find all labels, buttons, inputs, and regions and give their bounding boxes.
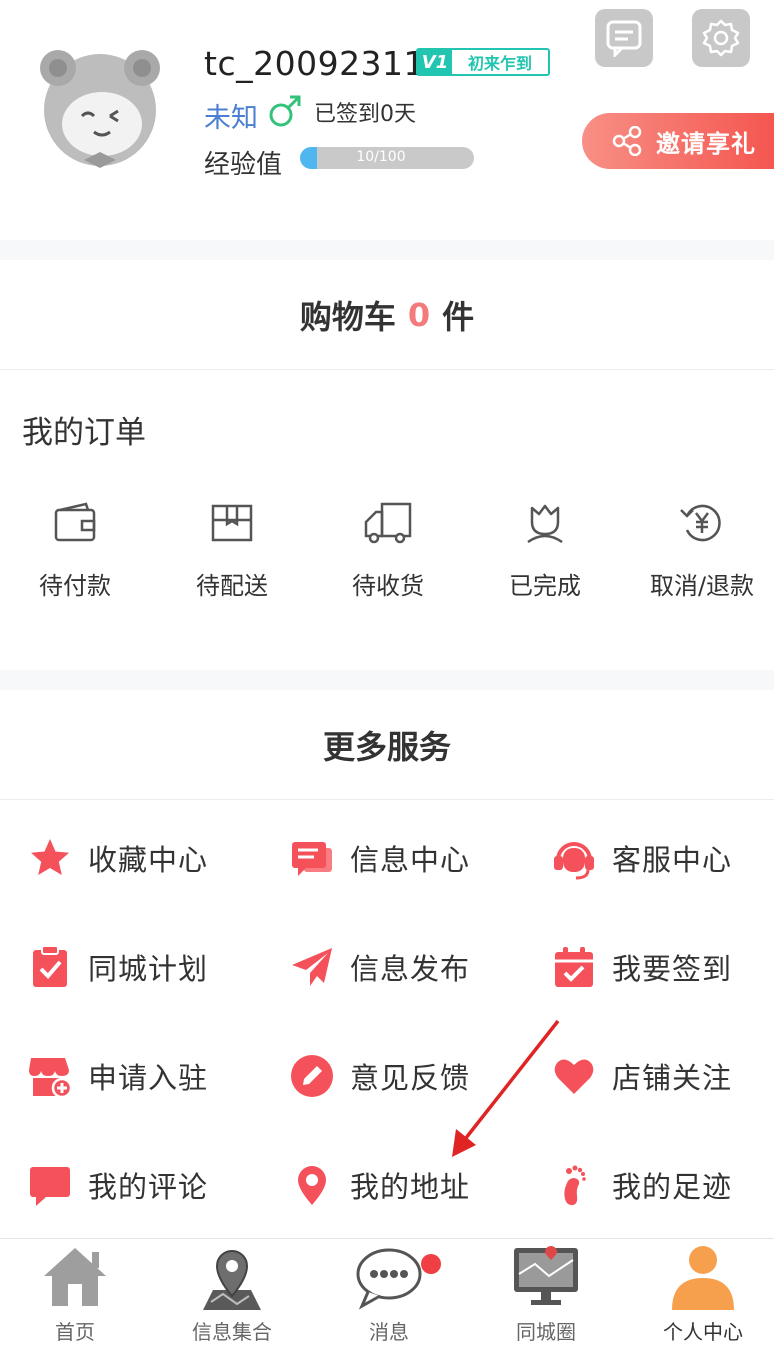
invite-label: 邀请享礼 (656, 129, 756, 158)
order-pending-delivery[interactable]: 待配送 (157, 500, 307, 601)
orders-title: 我的订单 (22, 415, 146, 451)
settings-button[interactable] (692, 9, 750, 67)
person-icon (672, 1246, 734, 1310)
service-label: 我的地址 (350, 1170, 471, 1204)
service-label: 我要签到 (612, 952, 733, 986)
order-label: 待配送 (196, 572, 268, 600)
comment-icon (28, 1163, 72, 1207)
cart-count: 0 (407, 295, 431, 334)
order-label: 取消/退款 (649, 572, 755, 600)
order-pending-receipt[interactable]: 待收货 (313, 500, 463, 601)
annotation-arrow (452, 1019, 560, 1157)
tab-label: 首页 (55, 1320, 95, 1344)
exp-text: 10/100 (356, 149, 406, 165)
package-icon (211, 504, 253, 542)
tab-home[interactable]: 首页 (10, 1244, 140, 1344)
truck-icon (364, 502, 412, 544)
services-title-text: 更多服务 (322, 727, 451, 766)
cart-unit: 件 (442, 297, 475, 336)
service-store-follow[interactable]: 店铺关注 (552, 1046, 774, 1106)
service-label: 店铺关注 (612, 1061, 733, 1095)
vip-title: 初来乍到 (467, 54, 532, 73)
home-icon (44, 1248, 106, 1306)
paper-plane-icon (290, 945, 334, 989)
service-info-center[interactable]: 信息中心 (290, 828, 540, 888)
wallet-icon (54, 502, 96, 542)
unread-badge (421, 1254, 441, 1274)
star-icon (28, 836, 72, 880)
service-city-plan[interactable]: 同城计划 (28, 937, 278, 997)
service-post-info[interactable]: 信息发布 (290, 937, 540, 997)
message-bubble-icon (356, 1248, 422, 1310)
tab-label: 同城圈 (516, 1320, 576, 1344)
service-label: 同城计划 (88, 952, 209, 986)
service-customer-service[interactable]: 客服中心 (552, 828, 774, 888)
pencil-icon (290, 1054, 334, 1098)
services-title: 更多服务 (0, 690, 774, 800)
service-label: 收藏中心 (88, 843, 209, 877)
service-footprint[interactable]: 我的足迹 (552, 1155, 774, 1215)
tab-personal-center[interactable]: 个人中心 (638, 1244, 768, 1344)
refund-icon (680, 504, 721, 542)
signin-days: 已签到0天 (314, 102, 416, 127)
order-refund[interactable]: 取消/退款 (627, 500, 774, 601)
tab-label: 个人中心 (663, 1320, 743, 1344)
share-icon (612, 126, 642, 156)
service-label: 客服中心 (612, 843, 733, 877)
order-completed[interactable]: 已完成 (470, 500, 620, 601)
section-divider (0, 240, 774, 260)
service-label: 信息发布 (350, 952, 471, 986)
username: tc_20092311 (204, 44, 426, 83)
order-label: 已完成 (509, 572, 581, 600)
tab-label: 信息集合 (192, 1320, 272, 1344)
tab-city-circle[interactable]: 同城圈 (481, 1244, 611, 1344)
invite-button[interactable]: 邀请享礼 (582, 113, 774, 169)
service-favorites[interactable]: 收藏中心 (28, 828, 278, 888)
section-divider (0, 670, 774, 690)
male-symbol-icon (268, 94, 302, 128)
message-icon (606, 20, 642, 57)
order-pending-payment[interactable]: 待付款 (0, 500, 150, 601)
chat-icon (290, 836, 334, 880)
cart-label: 购物车 (299, 297, 396, 336)
order-label: 待付款 (39, 572, 111, 600)
map-pin-icon (203, 1250, 261, 1310)
clipboard-check-icon (28, 945, 72, 989)
store-add-icon (28, 1054, 72, 1098)
message-button[interactable] (595, 9, 653, 67)
order-label: 待收货 (352, 572, 424, 600)
calendar-check-icon (552, 945, 596, 989)
footprint-icon (552, 1163, 596, 1207)
gender-text: 未知 (204, 103, 258, 134)
tab-label: 消息 (369, 1320, 409, 1344)
avatar[interactable] (30, 38, 170, 178)
service-apply-join[interactable]: 申请入驻 (28, 1046, 278, 1106)
exp-label: 经验值 (204, 150, 283, 180)
location-pin-icon (290, 1163, 334, 1207)
service-label: 我的足迹 (612, 1170, 733, 1204)
gear-icon (702, 19, 740, 57)
vip-badge: V1 初来乍到 (416, 48, 550, 76)
service-label: 我的评论 (88, 1170, 209, 1204)
vip-level: V1 (418, 50, 452, 74)
monitor-map-icon (514, 1246, 578, 1305)
flower-icon (527, 504, 563, 544)
service-label: 信息中心 (350, 843, 471, 877)
service-my-comments[interactable]: 我的评论 (28, 1155, 278, 1215)
headset-icon (552, 836, 596, 880)
service-label: 申请入驻 (88, 1061, 209, 1095)
cart-summary[interactable]: 购物车 0 件 (0, 260, 774, 370)
tab-info-collection[interactable]: 信息集合 (167, 1244, 297, 1344)
service-check-in[interactable]: 我要签到 (552, 937, 774, 997)
